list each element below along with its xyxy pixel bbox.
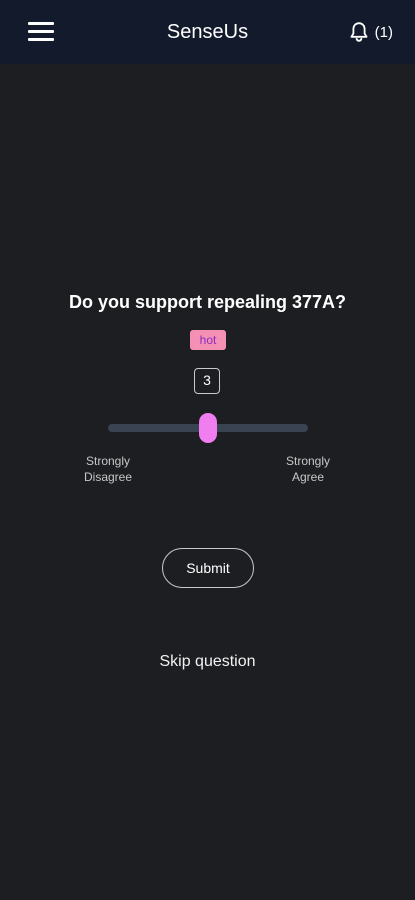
- scale-label-strongly-agree: Strongly Agree: [268, 453, 348, 485]
- notification-count: (1): [374, 23, 393, 41]
- hamburger-menu-icon[interactable]: [28, 22, 54, 42]
- hot-tag-badge: hot: [190, 330, 226, 350]
- skip-question-link[interactable]: Skip question: [0, 653, 415, 671]
- submit-button[interactable]: Submit: [162, 548, 254, 588]
- scale-label-strongly-disagree: Strongly Disagree: [68, 453, 148, 485]
- agreement-slider[interactable]: [108, 410, 308, 446]
- slider-thumb[interactable]: [199, 413, 217, 443]
- top-app-bar: SenseUs (1): [0, 0, 415, 64]
- scale-label-right-text: Strongly Agree: [285, 454, 331, 484]
- notifications-button[interactable]: (1): [349, 20, 393, 44]
- scale-label-left-text: Strongly Disagree: [83, 454, 133, 484]
- question-text: Do you support repealing 377A?: [68, 292, 347, 312]
- slider-value-display: 3: [194, 368, 220, 394]
- bell-icon: [350, 22, 368, 42]
